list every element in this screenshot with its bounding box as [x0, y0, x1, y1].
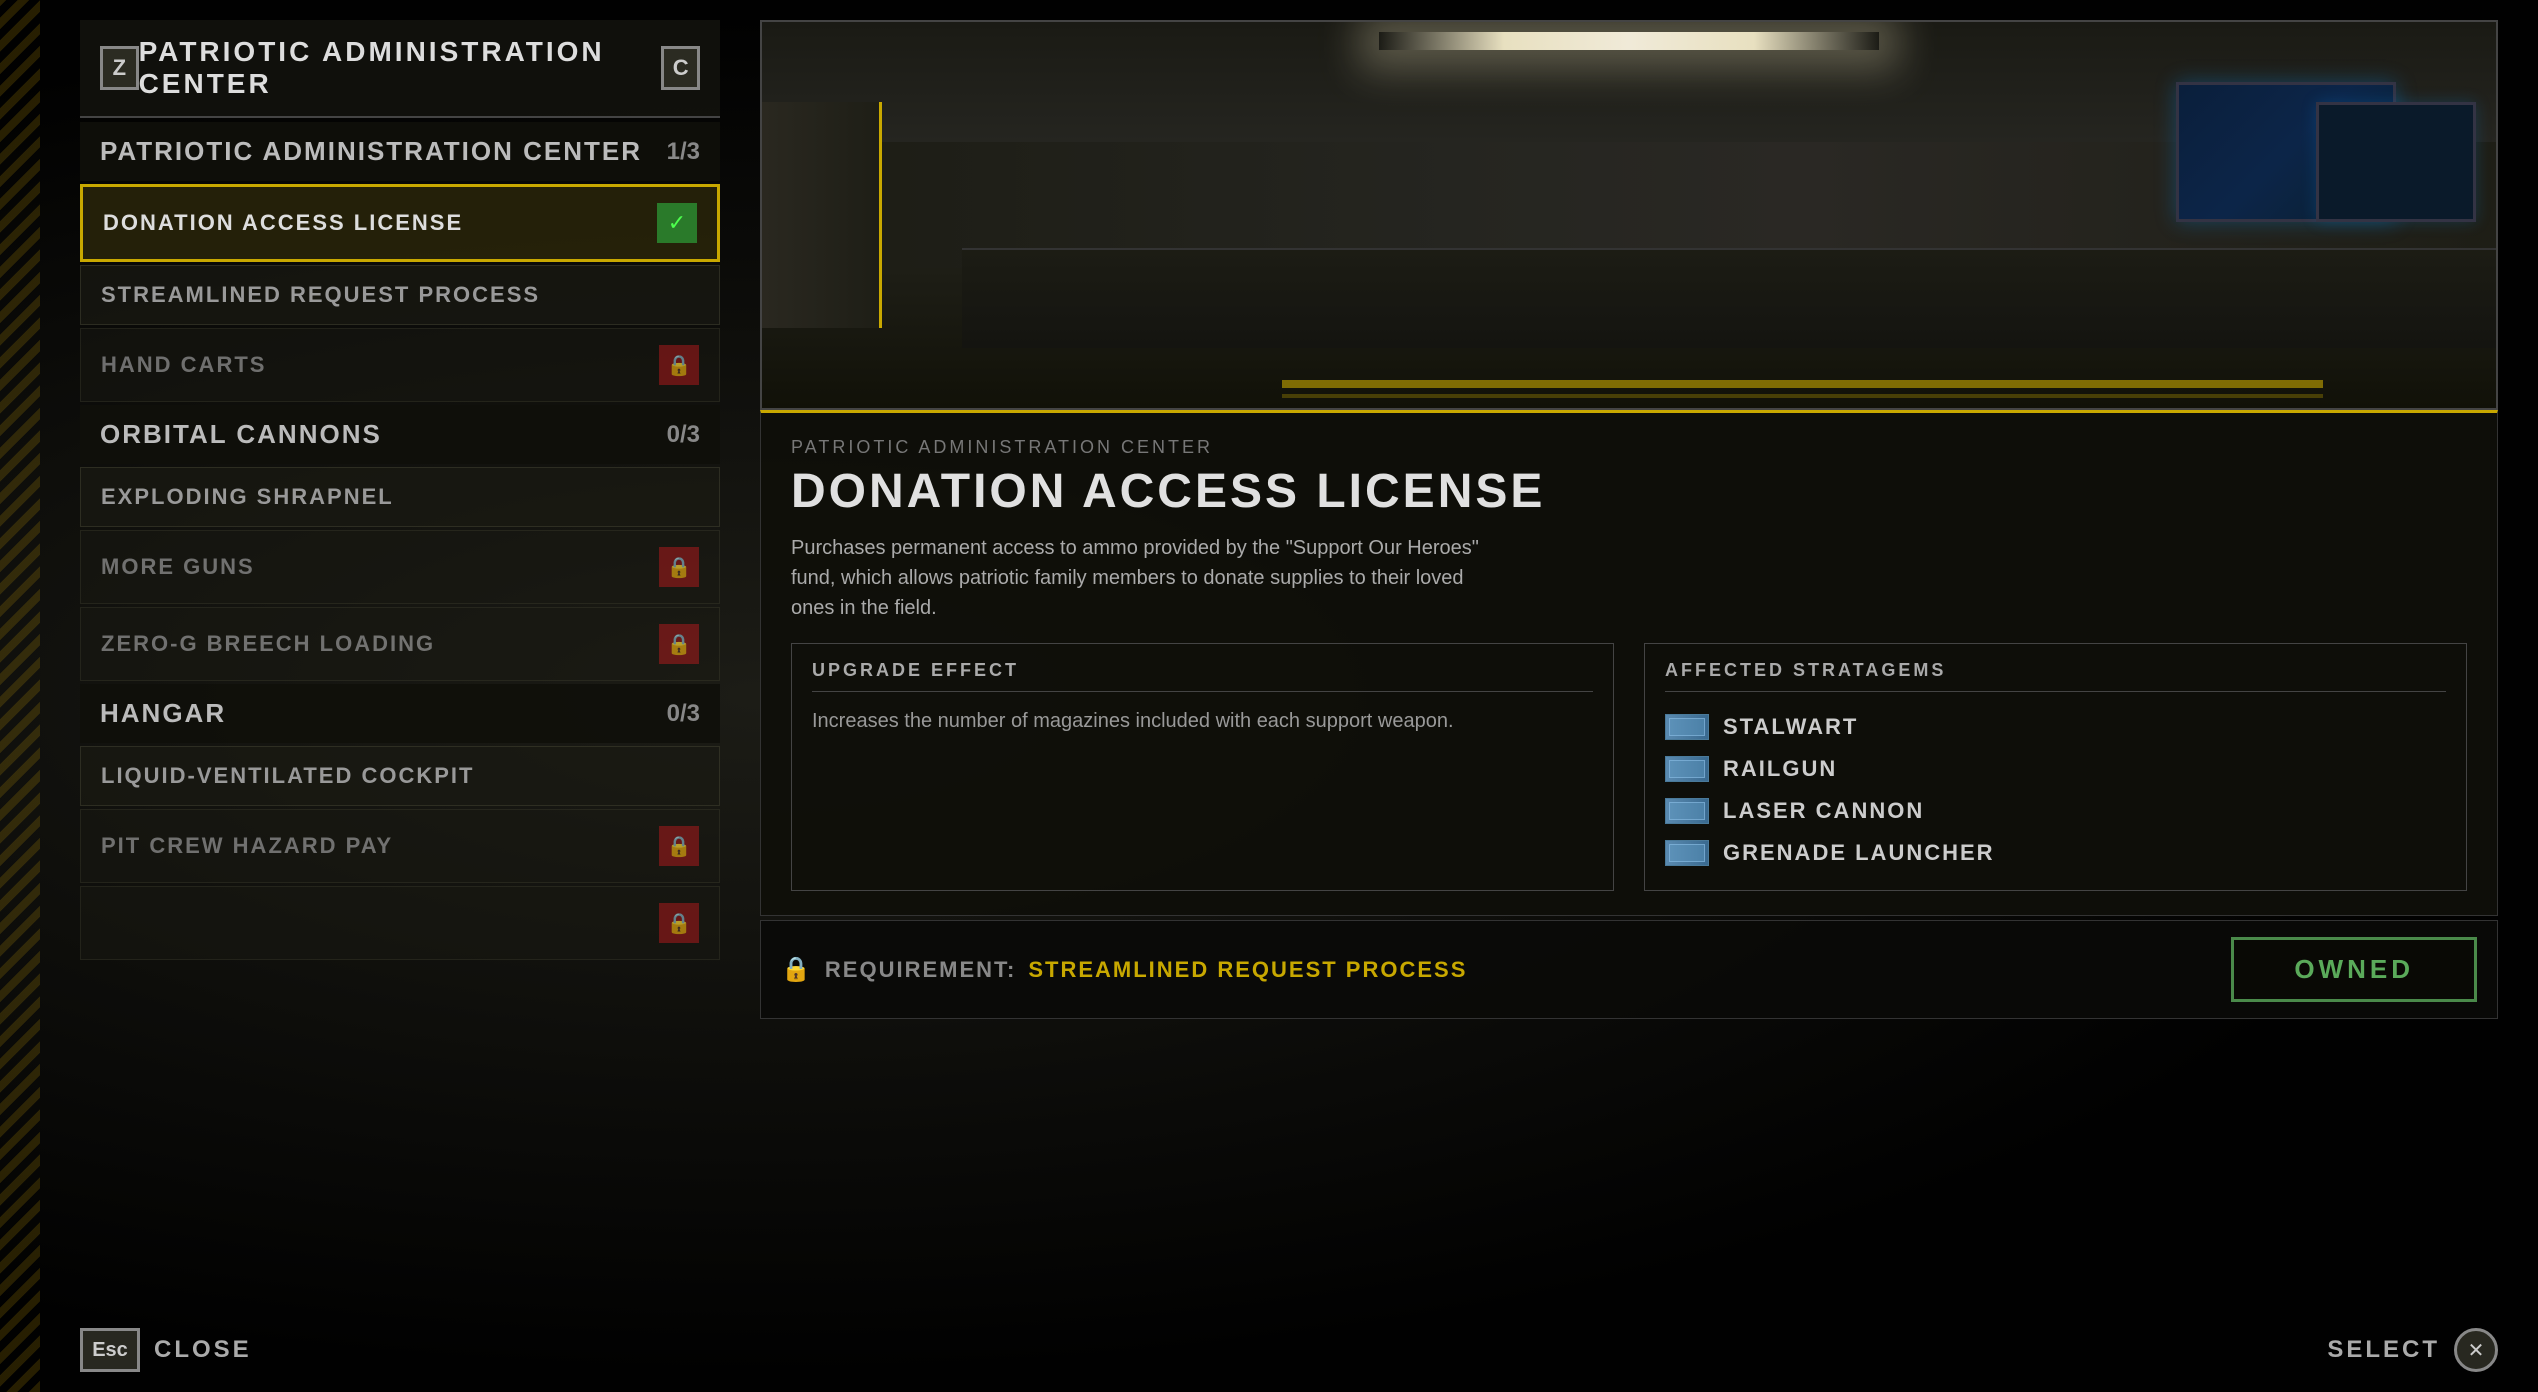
info-description: Purchases permanent access to ammo provi…: [791, 533, 1491, 623]
lock-icon-handcarts: 🔒: [659, 345, 699, 385]
section-title-patriotic: PATRIOTIC ADMINISTRATION CENTER: [100, 136, 642, 167]
main-container: Z PATRIOTIC ADMINISTRATION CENTER C PATR…: [80, 20, 2498, 1372]
left-panel-inner: PATRIOTIC ADMINISTRATION CENTER 1/3 DONA…: [80, 122, 720, 1372]
requirement-text: 🔒 REQUIREMENT: STREAMLINED REQUEST PROCE…: [781, 955, 1467, 984]
upgrade-name-donation: DONATION ACCESS LICENSE: [103, 210, 463, 236]
stratagem-icon-railgun: [1665, 756, 1709, 782]
upgrade-name-handcarts: HAND CARTS: [101, 352, 266, 378]
floor-stripe: [1282, 380, 2322, 388]
stratagem-name-railgun: RAILGUN: [1723, 756, 1837, 782]
upgrade-item-hidden[interactable]: 🔒: [80, 886, 720, 960]
section-count-hangar: 0/3: [667, 700, 700, 728]
section-count-patriotic: 1/3: [667, 138, 700, 166]
requirement-bar: 🔒 REQUIREMENT: STREAMLINED REQUEST PROCE…: [760, 920, 2498, 1019]
upgrade-item-donation-access[interactable]: DONATION ACCESS LICENSE ✓: [80, 184, 720, 262]
upgrade-image: [760, 20, 2498, 410]
upgrade-effect-box: UPGRADE EFFECT Increases the number of m…: [791, 643, 1614, 891]
requirement-value: STREAMLINED REQUEST PROCESS: [1028, 957, 1467, 983]
monitor-right-2: [2316, 102, 2476, 222]
owned-button[interactable]: OWNED: [2231, 937, 2477, 1002]
select-label: SELECT: [2327, 1336, 2440, 1364]
affected-stratagems-box: AFFECTED STRATAGEMS STALWART RAILGUN: [1644, 643, 2467, 891]
upgrade-item-pitcrew[interactable]: PIT CREW HAZARD PAY 🔒: [80, 809, 720, 883]
stratagem-name-grenade: GRENADE LAUNCHER: [1723, 840, 1995, 866]
stratagem-item-stalwart: STALWART: [1665, 706, 2446, 748]
stratagem-icon-laser: [1665, 798, 1709, 824]
upgrade-item-hand-carts[interactable]: HAND CARTS 🔒: [80, 328, 720, 402]
upgrade-name-streamlined: STREAMLINED REQUEST PROCESS: [101, 282, 540, 308]
affected-stratagems-label: AFFECTED STRATAGEMS: [1665, 660, 2446, 692]
room-scene: [762, 22, 2496, 408]
stratagem-item-railgun: RAILGUN: [1665, 748, 2446, 790]
upgrade-item-shrapnel[interactable]: EXPLODING SHRAPNEL: [80, 467, 720, 527]
requirement-lock-icon: 🔒: [781, 955, 813, 984]
upgrade-item-zerog[interactable]: ZERO-G BREECH LOADING 🔒: [80, 607, 720, 681]
stratagem-icon-inner-grenade: [1669, 844, 1705, 862]
close-action: Esc CLOSE: [80, 1328, 252, 1372]
c-key-badge: C: [661, 46, 700, 90]
upgrade-effect-label: UPGRADE EFFECT: [812, 660, 1593, 692]
upgrade-item-liquid-cockpit[interactable]: LIQUID-VENTILATED COCKPIT: [80, 746, 720, 806]
info-breadcrumb: PATRIOTIC ADMINISTRATION CENTER: [791, 437, 2467, 458]
bottom-bar: Esc CLOSE SELECT ✕: [80, 1328, 2498, 1372]
panel-header-title: PATRIOTIC ADMINISTRATION CENTER: [139, 36, 662, 100]
stratagem-icon-stalwart: [1665, 714, 1709, 740]
ceiling-light: [1379, 32, 1879, 50]
upgrade-item-streamlined[interactable]: STREAMLINED REQUEST PROCESS: [80, 265, 720, 325]
info-section: PATRIOTIC ADMINISTRATION CENTER DONATION…: [760, 410, 2498, 916]
console-area: [962, 248, 2496, 348]
close-label: CLOSE: [154, 1336, 252, 1364]
left-panel: Z PATRIOTIC ADMINISTRATION CENTER C PATR…: [80, 20, 720, 1372]
stratagem-icon-grenade: [1665, 840, 1709, 866]
stratagem-name-laser: LASER CANNON: [1723, 798, 1924, 824]
lock-icon-zerog: 🔒: [659, 624, 699, 664]
upgrade-name-moreguns: MORE GUNS: [101, 554, 255, 580]
lock-icon-hidden: 🔒: [659, 903, 699, 943]
section-orbital-cannons: ORBITAL CANNONS 0/3: [80, 405, 720, 464]
right-panel: PATRIOTIC ADMINISTRATION CENTER DONATION…: [760, 20, 2498, 1372]
section-title-orbital: ORBITAL CANNONS: [100, 419, 382, 450]
stratagem-icon-inner-railgun: [1669, 760, 1705, 778]
section-patriotic-admin: PATRIOTIC ADMINISTRATION CENTER 1/3: [80, 122, 720, 181]
stratagem-icon-inner-laser: [1669, 802, 1705, 820]
upgrade-name-pitcrew: PIT CREW HAZARD PAY: [101, 833, 393, 859]
stratagem-item-laser-cannon: LASER CANNON: [1665, 790, 2446, 832]
section-count-orbital: 0/3: [667, 421, 700, 449]
stripe-decoration: [0, 0, 40, 1392]
stratagem-icon-inner-stalwart: [1669, 718, 1705, 736]
details-row: UPGRADE EFFECT Increases the number of m…: [791, 643, 2467, 891]
select-button-icon: ✕: [2454, 1328, 2498, 1372]
stratagem-item-grenade-launcher: GRENADE LAUNCHER: [1665, 832, 2446, 874]
requirement-label: REQUIREMENT:: [825, 957, 1016, 983]
check-icon-donation: ✓: [657, 203, 697, 243]
section-hangar: HANGAR 0/3: [80, 684, 720, 743]
section-title-hangar: HANGAR: [100, 698, 226, 729]
lock-icon-pitcrew: 🔒: [659, 826, 699, 866]
upgrade-item-more-guns[interactable]: MORE GUNS 🔒: [80, 530, 720, 604]
upgrade-name-liquidcockpit: LIQUID-VENTILATED COCKPIT: [101, 763, 474, 789]
upgrade-name-shrapnel: EXPLODING SHRAPNEL: [101, 484, 394, 510]
floor-stripe-2: [1282, 394, 2322, 398]
upgrade-name-zerog: ZERO-G BREECH LOADING: [101, 631, 435, 657]
select-action: SELECT ✕: [2327, 1328, 2498, 1372]
stratagem-name-stalwart: STALWART: [1723, 714, 1858, 740]
z-key-badge: Z: [100, 46, 139, 90]
esc-key-badge: Esc: [80, 1328, 140, 1372]
info-title: DONATION ACCESS LICENSE: [791, 464, 2467, 519]
upgrade-effect-text: Increases the number of magazines includ…: [812, 706, 1593, 736]
wall-panel-left: [762, 102, 882, 328]
lock-icon-moreguns: 🔒: [659, 547, 699, 587]
panel-header: Z PATRIOTIC ADMINISTRATION CENTER C: [80, 20, 720, 118]
